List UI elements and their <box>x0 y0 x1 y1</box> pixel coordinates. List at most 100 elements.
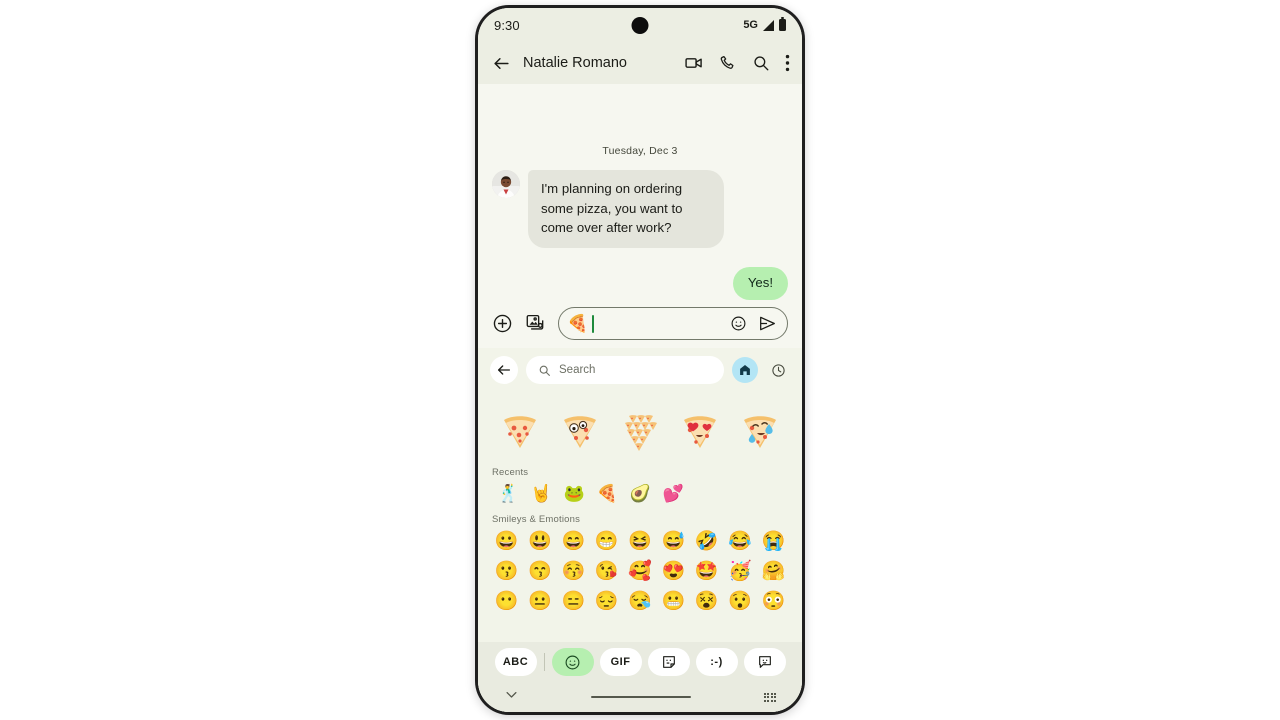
gesture-handle[interactable] <box>591 695 692 699</box>
emoji-item[interactable]: 🤣 <box>690 532 723 551</box>
section-label-recents: Recents <box>492 466 529 478</box>
network-type-label: 5G <box>743 19 758 31</box>
date-separator: Tuesday, Dec 3 <box>602 145 678 157</box>
emoji-item[interactable]: 🤘 <box>525 485 558 502</box>
overflow-menu-icon[interactable] <box>785 54 790 72</box>
emoji-smiley-icon[interactable] <box>730 315 747 332</box>
status-time: 9:30 <box>494 17 520 33</box>
avatar[interactable] <box>492 170 520 198</box>
pizza-eyes-sticker[interactable] <box>555 405 605 455</box>
section-label-smileys: Smileys & Emotions <box>492 513 581 525</box>
emoji-item[interactable]: 🤗 <box>757 562 790 581</box>
system-navigation-bar <box>478 682 802 712</box>
emoji-item[interactable]: 🍕 <box>591 485 624 502</box>
emoji-item[interactable]: 😬 <box>657 592 690 611</box>
emoji-item[interactable]: 😃 <box>523 532 556 551</box>
message-bubble-outgoing[interactable]: Yes! <box>732 266 788 300</box>
emoji-item[interactable]: 😪 <box>623 592 656 611</box>
recents-emoji-row: 🕺 🤘 🐸 🍕 🥑 💕 <box>478 480 802 508</box>
avatar-sticker-icon <box>758 656 771 668</box>
emoji-home-icon[interactable] <box>732 357 758 383</box>
back-arrow-icon[interactable] <box>492 54 511 73</box>
kb-chip-sticker[interactable] <box>647 648 690 676</box>
message-bubble-incoming[interactable]: I'm planning on ordering some pizza, you… <box>528 170 724 248</box>
emoji-item[interactable]: 😘 <box>590 562 623 581</box>
phone-call-icon[interactable] <box>719 54 737 72</box>
emoji-item[interactable]: 🥳 <box>723 562 756 581</box>
emoji-search-input[interactable]: Search <box>526 356 724 384</box>
emoji-item[interactable]: 😆 <box>623 532 656 551</box>
sticker-icon <box>662 656 675 668</box>
emoji-search-row: Search <box>478 347 802 393</box>
emoji-item[interactable]: 😚 <box>557 562 590 581</box>
contact-name[interactable]: Natalie Romano <box>523 55 684 71</box>
video-call-icon[interactable] <box>684 53 704 73</box>
pizza-crying-sticker[interactable] <box>735 405 785 455</box>
emoji-item[interactable]: 😵 <box>690 592 723 611</box>
emoji-item[interactable]: 😭 <box>757 532 790 551</box>
emoji-grid-row: 😗 😙 😚 😘 🥰 😍 🤩 🥳 🤗 <box>490 557 790 587</box>
emoji-item[interactable]: 🤩 <box>690 562 723 581</box>
front-camera-punch-hole <box>631 17 649 34</box>
phone-device-frame: 9:30 5G Natalie Romano Tuesday, Dec 3 I'… <box>475 5 805 715</box>
emoji-grid-row: 😀 😃 😄 😁 😆 😅 🤣 😂 😭 <box>490 527 790 557</box>
emoji-item[interactable]: 😀 <box>490 532 523 551</box>
emoji-grid[interactable]: 😀 😃 😄 😁 😆 😅 🤣 😂 😭 😗 😙 😚 😘 🥰 😍 🤩 🥳 🤗 😶 😐 … <box>478 527 802 643</box>
emoji-item[interactable]: 😁 <box>590 532 623 551</box>
pizza-slice-sticker[interactable] <box>495 405 545 455</box>
emoji-search-placeholder: Search <box>559 364 596 376</box>
emoji-grid-row: 😶 😐 😑 😔 😪 😬 😵 😯 😳 <box>490 587 790 617</box>
conversation-app-bar: Natalie Romano <box>478 42 802 84</box>
signal-bars-icon <box>763 19 774 31</box>
input-trailing-actions <box>730 314 777 333</box>
emoji-picker-panel: Search Recents 🕺 🤘 🐸 🍕 🥑 💕 Smileys & Emo… <box>478 347 802 712</box>
emoji-item[interactable]: 😍 <box>657 562 690 581</box>
emoji-item[interactable]: 💕 <box>657 485 690 502</box>
send-icon[interactable] <box>758 314 777 333</box>
search-icon[interactable] <box>752 54 770 72</box>
chevron-down-icon[interactable] <box>504 687 519 707</box>
message-row-outgoing: Yes! <box>492 266 788 300</box>
emoji-item[interactable]: 😂 <box>723 532 756 551</box>
emoji-kitchen-suggestions <box>478 393 802 467</box>
keyboard-mode-toolbar: ABC GIF:-) <box>478 642 802 682</box>
emoji-back-button[interactable] <box>490 356 518 384</box>
emoji-item[interactable]: 🐸 <box>558 485 591 502</box>
emoji-item[interactable]: 😳 <box>757 592 790 611</box>
emoji-item[interactable]: 😄 <box>557 532 590 551</box>
phone-screen: 9:30 5G Natalie Romano Tuesday, Dec 3 I'… <box>478 8 802 712</box>
message-input-field[interactable]: 🍕 <box>558 307 788 340</box>
conversation-thread: Tuesday, Dec 3 I'm planning on ordering … <box>478 84 802 300</box>
screenshot-root: 9:30 5G Natalie Romano Tuesday, Dec 3 I'… <box>0 0 1280 720</box>
emoji-item[interactable]: 🥰 <box>623 562 656 581</box>
message-row-incoming: I'm planning on ordering some pizza, you… <box>492 170 788 248</box>
emoji-item[interactable]: 😙 <box>523 562 556 581</box>
kb-chip-emoticon[interactable]: :-) <box>695 648 738 676</box>
emoji-item[interactable]: 😗 <box>490 562 523 581</box>
emoji-item[interactable]: 😑 <box>557 592 590 611</box>
kb-chip-abc[interactable]: ABC <box>494 648 537 676</box>
emoji-item[interactable]: 😐 <box>523 592 556 611</box>
emoji-item[interactable]: 😅 <box>657 532 690 551</box>
compose-bar: 🍕 <box>478 299 802 348</box>
typed-emoji-value: 🍕 <box>567 314 589 333</box>
emoji-smiley-icon <box>565 655 580 669</box>
battery-full-icon <box>779 17 786 31</box>
status-indicators: 5G <box>743 17 786 31</box>
recent-clock-icon[interactable] <box>766 358 790 382</box>
emoji-item[interactable]: 😔 <box>590 592 623 611</box>
gallery-photos-icon[interactable] <box>525 313 546 334</box>
kb-chip-avatar[interactable] <box>743 648 786 676</box>
keyboard-dots-icon[interactable] <box>763 692 776 702</box>
pizza-heart-eyes-sticker[interactable] <box>675 405 725 455</box>
plus-circle-icon[interactable] <box>492 313 513 334</box>
app-bar-actions <box>684 53 790 73</box>
pizza-heart-mosaic-sticker[interactable] <box>615 405 665 455</box>
emoji-item[interactable]: 🕺 <box>492 485 525 502</box>
kb-chip-gif[interactable]: GIF <box>599 648 642 676</box>
search-icon <box>539 365 550 376</box>
emoji-item[interactable]: 🥑 <box>624 485 657 502</box>
emoji-item[interactable]: 😯 <box>723 592 756 611</box>
emoji-item[interactable]: 😶 <box>490 592 523 611</box>
kb-chip-emoji[interactable] <box>551 648 594 676</box>
